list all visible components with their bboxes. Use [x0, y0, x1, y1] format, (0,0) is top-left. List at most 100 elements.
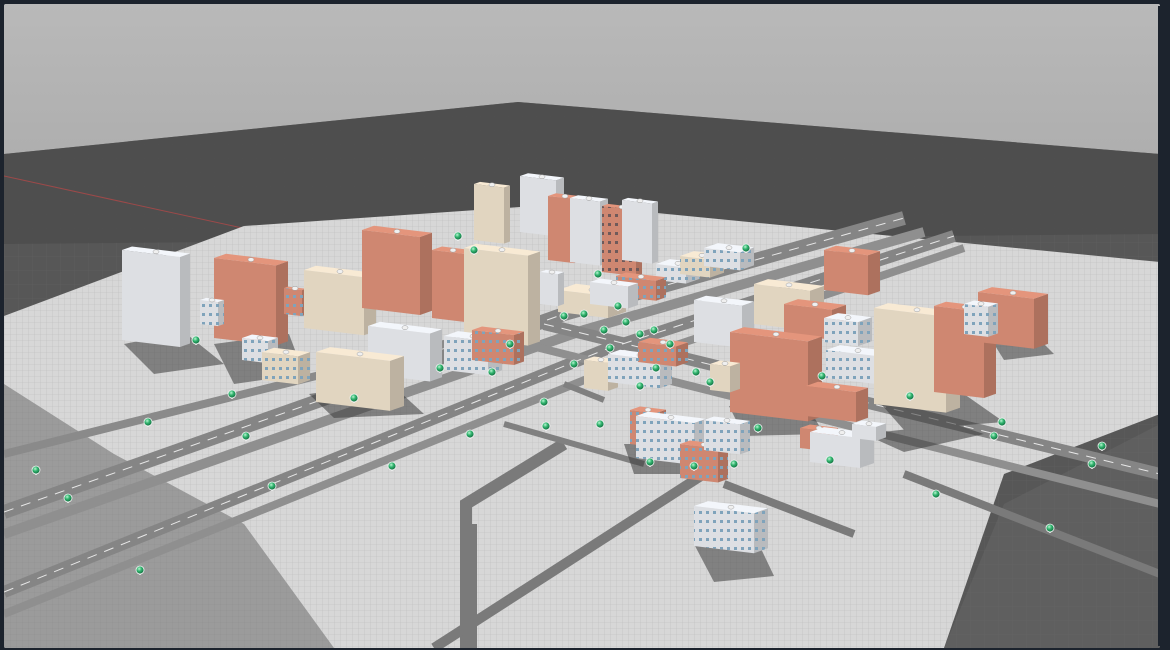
rooftop-unit [561, 193, 569, 199]
building-face-right [430, 329, 442, 382]
marker-head [931, 489, 941, 499]
marker-head [541, 421, 551, 431]
building-windows [858, 317, 872, 347]
building-face-right [390, 355, 404, 411]
building[interactable] [472, 326, 524, 366]
rooftop-unit [585, 196, 593, 201]
building[interactable] [316, 347, 404, 411]
marker-head [997, 417, 1007, 427]
building-windows [704, 420, 740, 455]
marker-head [465, 429, 475, 439]
building[interactable] [284, 286, 306, 317]
building[interactable] [852, 420, 886, 441]
marker-head [435, 363, 445, 373]
rooftop-unit [854, 348, 862, 353]
rooftop-unit [723, 418, 731, 423]
rooftop-unit [844, 315, 852, 320]
building-face-left [432, 250, 464, 322]
marker-head [651, 363, 661, 373]
building-face-right [504, 185, 510, 244]
rooftop-unit [637, 274, 645, 279]
marker-head [645, 457, 655, 467]
building-windows [656, 277, 666, 301]
marker-head [665, 339, 675, 349]
marker-head [613, 301, 623, 311]
marker-head [505, 339, 515, 349]
building-face-left [570, 198, 600, 266]
building[interactable] [638, 337, 688, 367]
building[interactable] [540, 269, 564, 307]
building[interactable] [590, 278, 638, 309]
rooftop-unit [597, 357, 605, 362]
city-scene[interactable] [4, 4, 1160, 648]
scrollbar[interactable] [1158, 6, 1166, 646]
marker-head [135, 565, 145, 575]
building-face-left [540, 272, 558, 307]
building[interactable] [122, 246, 190, 347]
building[interactable] [362, 225, 432, 315]
building[interactable] [262, 347, 310, 385]
marker-head [753, 423, 763, 433]
building-face-left [622, 200, 652, 264]
building-face-left [710, 364, 730, 393]
app-frame [0, 0, 1170, 650]
rooftop-unit [494, 328, 502, 334]
building-windows [200, 300, 218, 327]
rooftop-unit [356, 351, 364, 357]
building-windows [754, 508, 768, 554]
building-windows [740, 420, 750, 455]
building[interactable] [622, 197, 658, 264]
rooftop-unit [336, 269, 344, 274]
marker-head [1045, 523, 1055, 533]
rooftop-unit [772, 331, 780, 337]
marker-head [191, 335, 201, 345]
rooftop-unit [785, 282, 793, 288]
marker-head [349, 393, 359, 403]
marker-head [599, 325, 609, 335]
rooftop-unit [488, 182, 496, 187]
building-windows [694, 506, 754, 554]
3d-viewport[interactable] [4, 4, 1160, 648]
building-face-right [528, 251, 540, 346]
marker-head [539, 397, 549, 407]
building-face-left [730, 332, 808, 422]
building[interactable] [964, 300, 998, 337]
marker-head [487, 367, 497, 377]
rooftop-unit [208, 297, 216, 303]
marker-head [649, 325, 659, 335]
building-face-left [304, 270, 364, 336]
building-windows [964, 304, 988, 337]
rooftop-unit [644, 407, 652, 413]
rooftop-unit [538, 174, 546, 180]
marker-head [729, 459, 739, 469]
building[interactable] [824, 313, 872, 347]
building-face-left [852, 424, 876, 441]
rooftop-unit [636, 198, 644, 203]
rooftop-unit [152, 249, 160, 254]
rooftop-unit [256, 335, 264, 341]
building[interactable] [710, 360, 740, 393]
building-face-left [474, 184, 504, 244]
rooftop-unit [1009, 290, 1017, 296]
marker-head [1097, 441, 1107, 451]
building[interactable] [694, 501, 768, 554]
marker-head [689, 461, 699, 471]
rooftop-unit [401, 325, 409, 330]
building[interactable] [200, 297, 224, 327]
building[interactable] [214, 253, 288, 346]
marker-head [621, 317, 631, 327]
building-face-right [868, 251, 880, 296]
building[interactable] [806, 381, 868, 422]
marker-head [453, 231, 463, 241]
building-face-left [584, 360, 608, 391]
rooftop-unit [811, 302, 819, 307]
rooftop-unit [282, 349, 290, 355]
building[interactable] [474, 181, 510, 244]
rooftop-unit [720, 298, 728, 304]
building[interactable] [704, 416, 750, 455]
marker-head [569, 359, 579, 369]
building[interactable] [824, 245, 880, 296]
marker-head [635, 329, 645, 339]
marker-head [825, 455, 835, 465]
marker-head [469, 245, 479, 255]
